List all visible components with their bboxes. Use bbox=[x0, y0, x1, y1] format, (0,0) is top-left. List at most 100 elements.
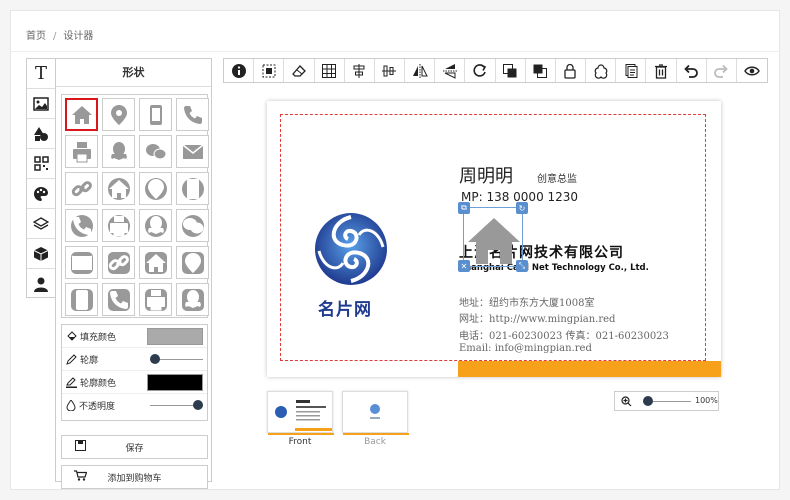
group-icon bbox=[594, 63, 607, 79]
flip-vertical-icon bbox=[442, 63, 457, 79]
shape-option[interactable] bbox=[176, 283, 209, 316]
shape-option[interactable] bbox=[102, 209, 135, 242]
rotate-icon bbox=[473, 63, 487, 77]
opacity-slider[interactable] bbox=[150, 400, 203, 410]
breadcrumb: 首页 / 设计器 bbox=[26, 27, 93, 42]
shape-option[interactable] bbox=[102, 246, 135, 279]
shape-option[interactable] bbox=[65, 246, 98, 279]
card-address[interactable]: 地址：纽约市东方大厦1008室 bbox=[459, 294, 594, 309]
image-icon bbox=[33, 96, 49, 111]
shape-option[interactable] bbox=[65, 98, 98, 131]
card-website[interactable]: 网址：http://www.mingpian.red bbox=[459, 310, 615, 325]
card-canvas[interactable]: 名片网 周明明 创意总监 MP: 138 0000 1230 上海名片网技术有限… bbox=[267, 101, 721, 377]
thumbnail-front-label[interactable]: Front bbox=[267, 437, 333, 447]
send-backward-button[interactable] bbox=[526, 59, 556, 82]
logo-text[interactable]: 名片网 bbox=[318, 295, 372, 320]
tab-image[interactable] bbox=[27, 89, 55, 119]
preview-button[interactable] bbox=[737, 59, 767, 82]
editor-toolbar bbox=[223, 58, 768, 83]
thumbnail-back[interactable] bbox=[342, 391, 409, 435]
selected-shape[interactable]: ⧉ ↻ ✕ ⤡ bbox=[458, 202, 528, 272]
flip-horizontal-button[interactable] bbox=[405, 59, 436, 82]
lock-button[interactable] bbox=[556, 59, 587, 82]
thumbnail-back-label[interactable]: Back bbox=[342, 437, 408, 447]
flip-vertical-button[interactable] bbox=[435, 59, 466, 82]
shape-option[interactable] bbox=[176, 209, 209, 242]
zoom-slider[interactable] bbox=[643, 396, 691, 406]
tab-user[interactable] bbox=[27, 269, 55, 299]
eraser-button[interactable] bbox=[284, 59, 315, 82]
stroke-color-swatch[interactable] bbox=[147, 374, 203, 391]
card-email[interactable]: Email: info@mingpian.red bbox=[459, 343, 592, 354]
stroke-slider[interactable] bbox=[150, 354, 203, 364]
shape-option[interactable] bbox=[102, 172, 135, 205]
grid-button[interactable] bbox=[315, 59, 345, 82]
shape-option[interactable] bbox=[139, 283, 172, 316]
zoom-in-icon[interactable] bbox=[621, 396, 632, 407]
align-center-horizontal-button[interactable] bbox=[345, 59, 375, 82]
tab-shapes[interactable] bbox=[27, 119, 55, 149]
redo-button[interactable] bbox=[707, 59, 737, 82]
delete-handle-icon[interactable]: ✕ bbox=[458, 260, 470, 272]
shape-option[interactable] bbox=[139, 209, 172, 242]
stroke-label: 轮廓 bbox=[80, 355, 99, 366]
shape-option[interactable] bbox=[65, 209, 98, 242]
fill-color-swatch[interactable] bbox=[147, 328, 203, 345]
tablet-icon bbox=[149, 104, 162, 125]
shape-panel: 形状 填充颜色 轮廓 轮廓颜色 不透明度 保存 添加到购物车 bbox=[55, 58, 212, 489]
rotate-button[interactable] bbox=[465, 59, 496, 82]
thumbnail-front[interactable] bbox=[267, 391, 334, 435]
tab-layers[interactable] bbox=[27, 209, 55, 239]
accent-bar[interactable] bbox=[458, 361, 721, 377]
stroke-slider-knob[interactable] bbox=[150, 354, 160, 364]
shape-option[interactable] bbox=[139, 135, 172, 168]
shape-option[interactable] bbox=[102, 98, 135, 131]
opacity-slider-knob[interactable] bbox=[193, 400, 203, 410]
shape-option[interactable] bbox=[176, 98, 209, 131]
tab-qrcode[interactable] bbox=[27, 149, 55, 179]
bring-forward-icon bbox=[503, 63, 517, 77]
qq-circle-icon bbox=[144, 214, 167, 237]
shape-option[interactable] bbox=[65, 283, 98, 316]
group-button[interactable] bbox=[586, 59, 617, 82]
add-to-cart-button[interactable]: 添加到购物车 bbox=[61, 465, 208, 489]
card-name[interactable]: 周明明 bbox=[459, 162, 513, 188]
shape-option[interactable] bbox=[65, 135, 98, 168]
qq-icon bbox=[110, 141, 127, 160]
resize-handle-icon[interactable]: ⤡ bbox=[516, 260, 528, 272]
card-job-title[interactable]: 创意总监 bbox=[537, 170, 577, 185]
shape-option[interactable] bbox=[176, 135, 209, 168]
shape-option[interactable] bbox=[176, 172, 209, 205]
breadcrumb-current: 设计器 bbox=[63, 31, 94, 42]
delete-button[interactable] bbox=[646, 59, 677, 82]
save-button[interactable]: 保存 bbox=[61, 435, 208, 459]
shape-option[interactable] bbox=[65, 172, 98, 205]
shape-option[interactable] bbox=[139, 246, 172, 279]
shape-option[interactable] bbox=[102, 135, 135, 168]
tab-background[interactable] bbox=[27, 179, 55, 209]
align-center-vertical-button[interactable] bbox=[375, 59, 406, 82]
shape-option[interactable] bbox=[102, 283, 135, 316]
left-tab-bar: T bbox=[26, 58, 56, 298]
shape-option[interactable] bbox=[139, 172, 172, 205]
breadcrumb-home[interactable]: 首页 bbox=[26, 31, 46, 42]
grid-icon bbox=[322, 63, 337, 78]
tab-products[interactable] bbox=[27, 239, 55, 269]
rotate-handle-icon[interactable]: ↻ bbox=[516, 202, 528, 214]
info-button[interactable] bbox=[224, 59, 255, 82]
opacity-label: 不透明度 bbox=[79, 402, 116, 412]
card-phone[interactable]: 电话：021-60230023 传真：021-60230023 bbox=[459, 327, 669, 342]
duplicate-handle-icon[interactable]: ⧉ bbox=[458, 202, 470, 214]
shape-option[interactable] bbox=[176, 246, 209, 279]
undo-button[interactable] bbox=[677, 59, 707, 82]
tab-text[interactable]: T bbox=[27, 59, 55, 89]
duplicate-button[interactable] bbox=[616, 59, 647, 82]
link-rounded-icon bbox=[107, 251, 130, 274]
shape-option[interactable] bbox=[139, 98, 172, 131]
company-logo-icon[interactable] bbox=[313, 211, 389, 291]
zoom-slider-knob[interactable] bbox=[643, 396, 653, 406]
flip-horizontal-icon bbox=[412, 63, 428, 78]
bring-forward-button[interactable] bbox=[496, 59, 526, 82]
home-shape-icon[interactable] bbox=[466, 216, 522, 266]
select-area-button[interactable] bbox=[254, 59, 285, 82]
